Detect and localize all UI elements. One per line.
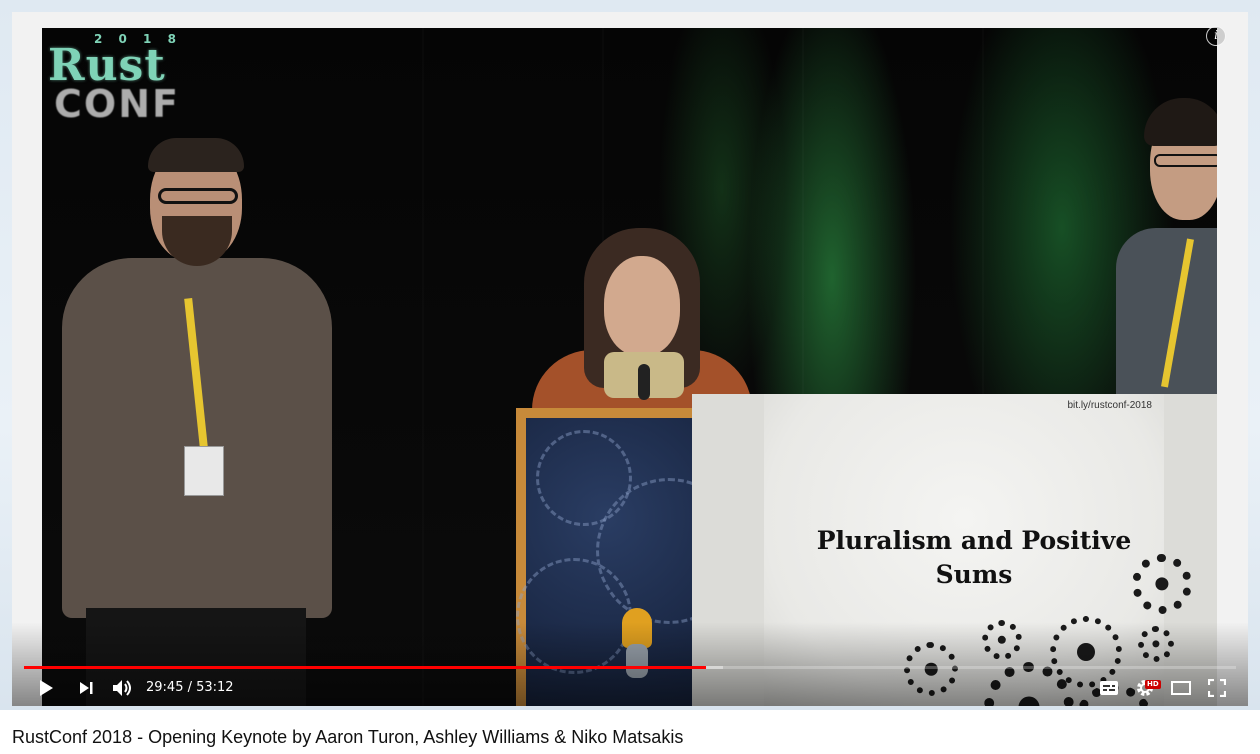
speaker-left-badge [184, 446, 224, 496]
info-icon[interactable]: i [1206, 26, 1226, 46]
speaker-left-glasses [158, 188, 238, 204]
progress-played [24, 666, 707, 669]
speaker-left-shirt [62, 258, 332, 618]
speaker-right-hair [1144, 98, 1217, 146]
play-button[interactable] [34, 676, 58, 700]
speaker-right [1112, 88, 1217, 428]
hd-badge: HD [1145, 680, 1161, 689]
subtitles-button[interactable] [1097, 676, 1121, 700]
subtitles-icon [1100, 681, 1118, 695]
slide-gear [1132, 554, 1192, 614]
video-player[interactable]: 2 0 1 8 Rust CONF bit.ly/rustconf-2018 P… [12, 12, 1248, 706]
microphone [638, 364, 650, 400]
speaker-right-glasses [1154, 154, 1217, 167]
curtain-stripe [422, 28, 424, 706]
next-icon [80, 682, 93, 694]
video-frame[interactable]: 2 0 1 8 Rust CONF bit.ly/rustconf-2018 P… [42, 28, 1217, 706]
time-display: 29:45 / 53:12 [146, 680, 234, 695]
slide-url: bit.ly/rustconf-2018 [1067, 400, 1153, 411]
fullscreen-button[interactable] [1205, 676, 1229, 700]
speaker-left-hair [148, 138, 244, 172]
volume-button[interactable] [110, 676, 136, 700]
speaker-left [52, 138, 342, 706]
volume-icon [113, 680, 131, 696]
progress-bar[interactable] [24, 666, 1236, 669]
rustconf-logo: 2 0 1 8 Rust CONF [48, 32, 198, 126]
theater-mode-button[interactable] [1169, 676, 1193, 700]
logo-conf: CONF [54, 82, 180, 126]
fullscreen-icon [1208, 679, 1226, 697]
next-button[interactable] [74, 676, 98, 700]
slide-title: Pluralism and Positive Sums [784, 524, 1164, 592]
slide-title-line1: Pluralism and Positive [816, 526, 1132, 555]
play-icon [40, 680, 53, 696]
slide-title-line2: Sums [935, 560, 1013, 589]
video-title: RustConf 2018 - Opening Keynote by Aaron… [12, 727, 684, 747]
theater-mode-icon [1171, 681, 1191, 695]
speaker-center-head [604, 256, 680, 356]
